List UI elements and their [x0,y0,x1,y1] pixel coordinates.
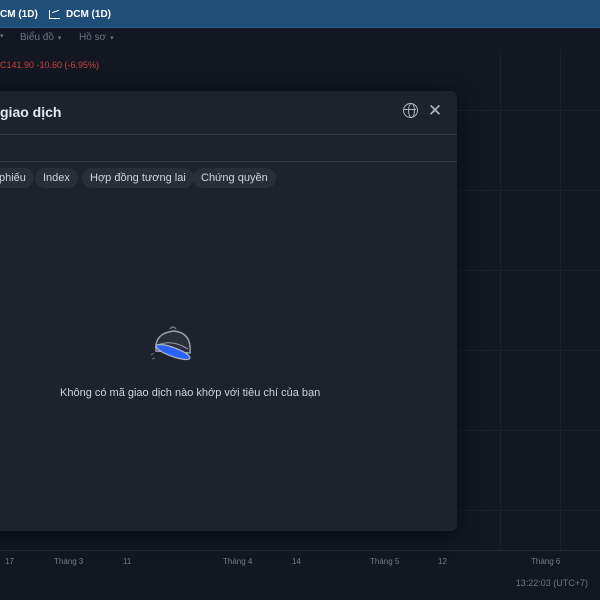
grid-line [500,50,501,550]
profile-menu-button[interactable]: Hồ sơ ▾ [79,32,114,43]
chevron-down-icon: ▾ [57,34,62,42]
divider [0,161,457,162]
chevron-down-icon: ▾ [0,33,4,40]
chart-toolbar: ▾ Biểu đồ ▾ Hồ sơ ▾ [0,28,600,50]
chevron-down-icon: ▾ [110,34,114,42]
globe-icon[interactable] [403,103,418,118]
empty-state-message: Không có mã giao dịch nào khớp với tiêu … [60,387,321,399]
tab-label: DCM (1D) [66,8,111,20]
axis-label: Tháng 3 [54,557,84,566]
axis-label: Tháng 5 [370,557,400,566]
price-readout: C141.90 -10.60 (-6.95%) [0,60,100,70]
toolbar-caret[interactable]: ▾ [0,32,4,40]
axis-label: 14 [292,557,301,566]
close-icon[interactable]: ✕ [427,102,443,119]
profile-menu-label: Hồ sơ [79,32,107,43]
tab-label: CM (1D) [0,8,38,20]
chart-menu-button[interactable]: Biểu đồ ▾ [20,32,61,43]
axis-label: Tháng 6 [531,557,561,566]
dialog-title: giao dịch [0,104,62,120]
chart-icon [49,9,60,19]
symbol-search-dialog: giao dịch ✕ phiếu Index Hợp đồng tương l… [0,91,457,531]
top-tab-bar: CM (1D) DCM (1D) [0,0,600,28]
empty-state-icon [150,326,191,361]
chip-index[interactable]: Index [35,168,78,188]
tab-dcm[interactable]: DCM (1D) [49,0,111,28]
tab-cm[interactable]: CM (1D) [0,0,38,28]
chip-futures[interactable]: Hợp đồng tương lai [82,168,194,188]
search-input[interactable] [0,135,457,161]
clock-readout: 13:22:03 (UTC+7) [515,578,588,588]
axis-label: 12 [438,557,447,566]
axis-label: 11 [123,557,132,566]
chart-menu-label: Biểu đồ [20,32,54,43]
grid-line [560,50,561,550]
axis-label: Tháng 4 [223,557,253,566]
time-axis[interactable]: 17 Tháng 3 11 Tháng 4 14 Tháng 5 12 Thán… [0,550,600,572]
chip-stocks[interactable]: phiếu [0,168,34,188]
chip-warrants[interactable]: Chứng quyền [193,168,276,188]
axis-label: 17 [5,557,14,566]
